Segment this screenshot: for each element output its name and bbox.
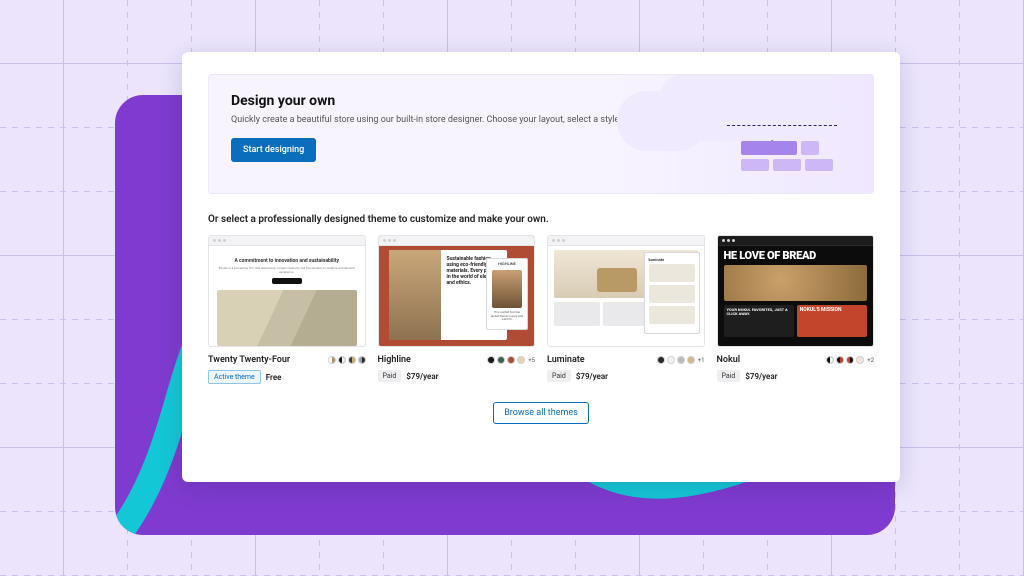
preview-caption: This quilted bomber jacket blends luxury… [487, 308, 527, 325]
swatch[interactable] [338, 356, 346, 364]
preview-headline: HE LOVE OF BREAD [718, 246, 874, 265]
preview-tile: NOKUL'S MISSION [797, 305, 867, 337]
swatch[interactable] [487, 356, 495, 364]
layout-blocks [741, 141, 841, 171]
swatch[interactable] [328, 356, 336, 364]
preview-photo [389, 250, 441, 340]
design-your-own-banner: Design your own Quickly create a beautif… [208, 74, 874, 194]
theme-grid: A commitment to innovation and sustainab… [208, 235, 874, 384]
color-swatches: +5 [487, 356, 535, 364]
theme-name: Nokul [717, 355, 741, 365]
more-swatches[interactable]: +1 [698, 357, 705, 364]
swatch[interactable] [856, 356, 864, 364]
paid-badge: Paid [547, 370, 571, 382]
banner-illustration: ✂ [657, 81, 867, 189]
theme-name: Highline [378, 355, 411, 365]
preview-logo: HIGHLINE [487, 259, 527, 266]
theme-price: $79/year [406, 372, 438, 381]
swatch[interactable] [348, 356, 356, 364]
theme-thumbnail: A commitment to innovation and sustainab… [208, 235, 366, 347]
paid-badge: Paid [378, 370, 402, 382]
swatch[interactable] [358, 356, 366, 364]
color-swatches: +1 [657, 356, 705, 364]
swatch[interactable] [657, 356, 665, 364]
preview-cta [272, 278, 302, 284]
swatch[interactable] [667, 356, 675, 364]
swatch[interactable] [846, 356, 854, 364]
theme-card-nokul[interactable]: HE LOVE OF BREAD YOUR NOKUL FAVORITES, J… [717, 235, 875, 384]
theme-thumbnail: Sustainable fashion, using eco-friendly … [378, 235, 536, 347]
swatch[interactable] [507, 356, 515, 364]
preview-mobile: HIGHLINE This quilted bomber jacket blen… [486, 258, 528, 330]
preview-photo [492, 270, 522, 308]
preview-photo [217, 290, 357, 346]
color-swatches [328, 356, 366, 364]
swatch[interactable] [687, 356, 695, 364]
theme-price: Free [266, 373, 282, 382]
cloud-shape [657, 74, 837, 141]
swatch[interactable] [836, 356, 844, 364]
dashed-line [727, 125, 837, 126]
browse-all-themes-button[interactable]: Browse all themes [493, 402, 589, 424]
swatch[interactable] [497, 356, 505, 364]
start-designing-button[interactable]: Start designing [231, 138, 316, 162]
preview-photo [724, 265, 868, 301]
theme-thumbnail: luminate [547, 235, 705, 347]
theme-card-twenty-twenty-four[interactable]: A commitment to innovation and sustainab… [208, 235, 366, 384]
more-swatches[interactable]: +2 [867, 357, 874, 364]
swatch[interactable] [677, 356, 685, 364]
theme-price: $79/year [745, 372, 777, 381]
theme-price: $79/year [576, 372, 608, 381]
swatch[interactable] [826, 356, 834, 364]
theme-name: Twenty Twenty-Four [208, 355, 290, 365]
theme-card-highline[interactable]: Sustainable fashion, using eco-friendly … [378, 235, 536, 384]
theme-name: Luminate [547, 355, 585, 365]
paid-badge: Paid [717, 370, 741, 382]
active-theme-badge: Active theme [208, 370, 261, 384]
swatch[interactable] [517, 356, 525, 364]
theme-card-luminate[interactable]: luminate Luminate +1 Paid $79/year [547, 235, 705, 384]
theme-thumbnail: HE LOVE OF BREAD YOUR NOKUL FAVORITES, J… [717, 235, 875, 347]
preview-popup: luminate [644, 252, 700, 334]
theme-picker-panel: Design your own Quickly create a beautif… [182, 52, 900, 482]
preview-heading: A commitment to innovation and sustainab… [217, 258, 357, 264]
popup-title: luminate [649, 257, 695, 262]
preview-sub: Études is a pioneering firm that seamles… [217, 266, 357, 274]
more-swatches[interactable]: +5 [528, 357, 535, 364]
preview-tile: YOUR NOKUL FAVORITES, JUST A CLICK AWAY. [724, 305, 794, 337]
section-label: Or select a professionally designed them… [208, 214, 874, 225]
color-swatches: +2 [826, 356, 874, 364]
